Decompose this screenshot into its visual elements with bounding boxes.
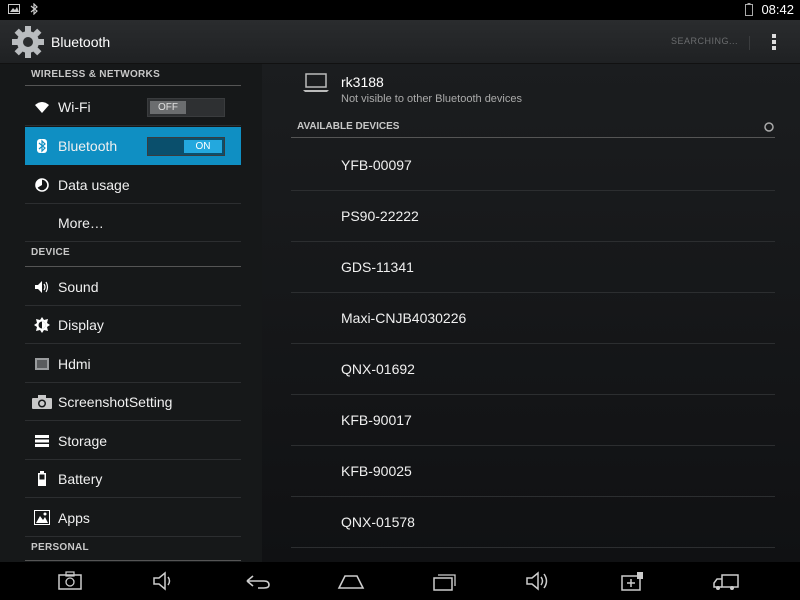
- device-name: KFB-90017: [341, 412, 412, 428]
- wifi-icon: [25, 100, 58, 114]
- searching-spinner-icon: [764, 122, 774, 132]
- volume-down-icon[interactable]: [151, 570, 179, 592]
- home-icon[interactable]: [337, 570, 365, 592]
- device-name: YFB-00097: [341, 157, 412, 173]
- sidebar-item-label: ScreenshotSetting: [58, 393, 173, 410]
- laptop-icon: [303, 73, 329, 92]
- device-name: PS90-22222: [341, 208, 419, 224]
- device-list-item[interactable]: PS90-22222: [291, 191, 775, 242]
- page-title: Bluetooth: [51, 34, 111, 50]
- settings-sidebar: WIRELESS & NETWORKS Wi-Fi OFF Bluetooth …: [0, 64, 262, 562]
- sidebar-item-label: Bluetooth: [58, 138, 118, 154]
- sidebar-item-label: Display: [58, 316, 104, 333]
- local-device-visibility[interactable]: Not visible to other Bluetooth devices: [341, 93, 522, 105]
- device-name: QNX-01692: [341, 361, 415, 377]
- device-list-item[interactable]: YFB-00097: [291, 140, 775, 191]
- status-bar: 08:42: [0, 0, 800, 20]
- truck-icon[interactable]: [712, 570, 740, 592]
- app-drawer-icon[interactable]: [619, 570, 647, 592]
- sound-icon: [25, 280, 58, 294]
- wifi-toggle-state: OFF: [150, 101, 186, 114]
- sidebar-item-wifi[interactable]: Wi-Fi OFF: [25, 88, 241, 126]
- search-for-devices-button[interactable]: SEARCHING...: [660, 36, 750, 50]
- back-icon[interactable]: [244, 570, 272, 592]
- bluetooth-icon: [25, 139, 58, 153]
- sidebar-item-apps[interactable]: Apps: [25, 499, 241, 537]
- recent-apps-icon[interactable]: [431, 570, 459, 592]
- sidebar-item-label: Apps: [58, 509, 90, 526]
- sidebar-item-label: Data usage: [58, 176, 130, 193]
- available-devices-header: AVAILABLE DEVICES: [291, 121, 775, 138]
- sidebar-item-hdmi[interactable]: Hdmi: [25, 345, 241, 383]
- section-header-wireless: WIRELESS & NETWORKS: [25, 69, 241, 86]
- display-icon: [25, 316, 58, 333]
- battery-icon: [25, 471, 58, 486]
- device-list-item[interactable]: Maxi-CNJB4030226: [291, 293, 775, 344]
- camera-icon: [25, 394, 58, 409]
- sidebar-item-label: Storage: [58, 432, 108, 449]
- bluetooth-status-icon: [30, 3, 38, 15]
- device-list-item[interactable]: QNX-01692: [291, 344, 775, 395]
- storage-icon: [25, 434, 58, 447]
- volume-up-icon[interactable]: [524, 570, 552, 592]
- device-list-item[interactable]: KFB-90025: [291, 446, 775, 497]
- sidebar-item-screenshot-setting[interactable]: ScreenshotSetting: [25, 383, 241, 421]
- sidebar-item-bluetooth[interactable]: Bluetooth ON: [25, 127, 241, 165]
- local-device-name[interactable]: rk3188: [341, 74, 384, 90]
- overflow-menu-icon[interactable]: [767, 32, 781, 52]
- sidebar-item-label: Hdmi: [58, 355, 91, 372]
- bluetooth-detail-panel: rk3188 Not visible to other Bluetooth de…: [262, 64, 800, 562]
- hdmi-icon: [25, 357, 58, 371]
- sidebar-item-data-usage[interactable]: Data usage: [25, 166, 241, 204]
- action-bar: Bluetooth SEARCHING...: [0, 20, 800, 64]
- wifi-toggle[interactable]: OFF: [147, 98, 225, 117]
- sidebar-item-more[interactable]: More…: [25, 204, 241, 242]
- bluetooth-toggle-state: ON: [184, 140, 222, 153]
- sidebar-item-storage[interactable]: Storage: [25, 422, 241, 460]
- device-name: GDS-11341: [341, 259, 414, 275]
- clock: 08:42: [761, 2, 794, 17]
- apps-icon: [25, 510, 58, 525]
- sidebar-item-battery[interactable]: Battery: [25, 460, 241, 498]
- sidebar-item-sound[interactable]: Sound: [25, 268, 241, 306]
- available-devices-title: AVAILABLE DEVICES: [297, 121, 400, 132]
- sidebar-item-label: Sound: [58, 278, 99, 295]
- device-name: QNX-01578: [341, 514, 415, 530]
- image-notification-icon: [8, 4, 20, 14]
- device-list-item[interactable]: GDS-11341: [291, 242, 775, 293]
- sidebar-item-label: Battery: [58, 470, 103, 487]
- battery-status-icon: [745, 3, 754, 16]
- device-name: Maxi-CNJB4030226: [341, 310, 467, 326]
- screenshot-icon[interactable]: [57, 570, 85, 592]
- device-name: KFB-90025: [341, 463, 412, 479]
- section-header-device: DEVICE: [25, 247, 241, 267]
- settings-gear-icon[interactable]: [11, 25, 45, 59]
- sidebar-item-label: More…: [58, 214, 104, 231]
- sidebar-item-label: Wi-Fi: [58, 98, 91, 115]
- bluetooth-toggle[interactable]: ON: [147, 137, 225, 156]
- sidebar-item-display[interactable]: Display: [25, 306, 241, 344]
- device-list-item[interactable]: KFB-90017: [291, 395, 775, 446]
- navigation-bar: [0, 562, 800, 600]
- data-usage-icon: [25, 177, 58, 192]
- section-header-personal: PERSONAL: [25, 542, 241, 561]
- device-list-item[interactable]: QNX-01578: [291, 497, 775, 548]
